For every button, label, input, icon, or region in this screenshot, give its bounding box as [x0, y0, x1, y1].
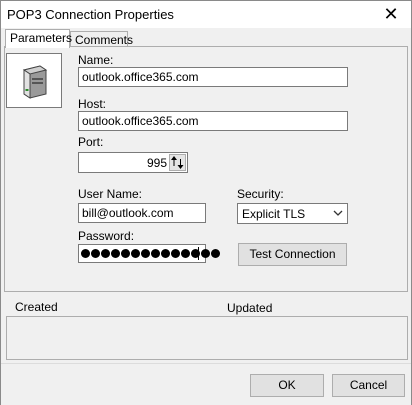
tab-parameters[interactable]: Parameters: [5, 29, 73, 48]
info-area: [6, 316, 408, 360]
password-mask-dot: [171, 249, 180, 258]
password-mask-dot: [201, 249, 210, 258]
ok-button[interactable]: OK: [250, 374, 324, 397]
cancel-button[interactable]: Cancel: [332, 374, 405, 397]
ok-label: OK: [278, 378, 296, 392]
server-tower-icon: [22, 65, 48, 99]
port-value: 995: [146, 156, 167, 170]
window-title: POP3 Connection Properties: [7, 7, 174, 22]
updated-label: Updated: [227, 301, 273, 315]
password-mask-dot: [111, 249, 120, 258]
title-bar: POP3 Connection Properties ✕: [1, 1, 411, 28]
security-label: Security:: [237, 187, 284, 201]
tab-label: Parameters: [10, 31, 73, 45]
test-connection-label: Test Connection: [249, 247, 336, 261]
test-connection-button[interactable]: Test Connection: [238, 243, 347, 266]
port-stepper[interactable]: 995: [78, 152, 188, 173]
security-select[interactable]: Explicit TLS: [237, 203, 348, 224]
dialog-window: POP3 Connection Properties ✕ Parameters …: [0, 0, 412, 405]
host-label: Host:: [78, 97, 107, 111]
tab-label: Comments: [75, 33, 134, 47]
up-down-arrows-icon: [171, 156, 184, 169]
password-mask-dot: [161, 249, 170, 258]
name-label: Name:: [78, 53, 114, 67]
password-mask: [81, 249, 220, 259]
password-mask-dot: [151, 249, 160, 258]
chevron-down-icon: [333, 210, 343, 216]
name-field[interactable]: outlook.office365.com: [78, 67, 348, 87]
cancel-label: Cancel: [349, 378, 388, 392]
password-mask-dot: [211, 249, 220, 258]
password-mask-dot: [101, 249, 110, 258]
text-caret: [198, 247, 199, 260]
password-mask-dot: [141, 249, 150, 258]
security-value: Explicit TLS: [242, 207, 306, 221]
password-mask-dot: [181, 249, 190, 258]
port-label: Port:: [78, 135, 104, 149]
password-label: Password:: [78, 229, 135, 243]
server-icon-frame: [6, 53, 62, 108]
user-name-field[interactable]: bill@outlook.com: [78, 203, 206, 223]
password-mask-dot: [81, 249, 90, 258]
created-label: Created: [15, 300, 58, 314]
user-name-label: User Name:: [78, 187, 143, 201]
host-field[interactable]: outlook.office365.com: [78, 111, 348, 131]
password-mask-dot: [121, 249, 130, 258]
port-spin-buttons[interactable]: [169, 154, 186, 171]
password-field[interactable]: [78, 244, 220, 263]
password-mask-dot: [131, 249, 140, 258]
password-mask-dot: [91, 249, 100, 258]
close-icon[interactable]: ✕: [377, 3, 405, 25]
